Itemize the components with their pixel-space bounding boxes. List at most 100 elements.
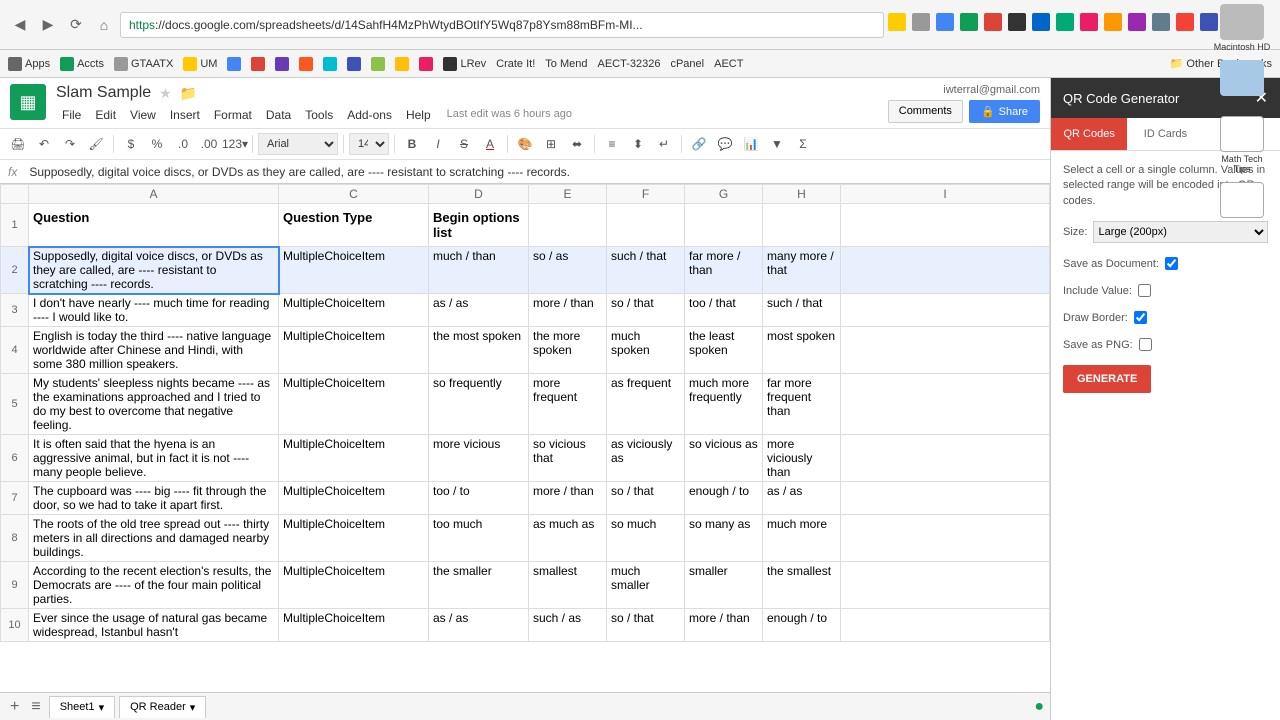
bookmark-item[interactable] <box>299 57 313 71</box>
col-header[interactable]: D <box>429 185 529 204</box>
bookmark-item[interactable]: AECT-32326 <box>597 58 660 70</box>
bookmark-item[interactable]: Accts <box>60 57 104 71</box>
menu-edit[interactable]: Edit <box>89 106 122 124</box>
cell[interactable]: MultipleChoiceItem <box>279 327 429 374</box>
bookmark-item[interactable]: GTAATX <box>114 57 173 71</box>
cell[interactable]: many more / that <box>763 247 841 294</box>
print-icon[interactable]: 🖨 <box>6 132 30 156</box>
folder-icon[interactable]: 📁 <box>180 85 197 102</box>
cell[interactable]: enough / to <box>685 482 763 515</box>
cell[interactable] <box>841 327 1050 374</box>
currency-icon[interactable]: $ <box>119 132 143 156</box>
menu-insert[interactable]: Insert <box>164 106 206 124</box>
cell[interactable] <box>763 204 841 247</box>
document-title[interactable]: Slam Sample <box>56 84 151 102</box>
borders-icon[interactable]: ⊞ <box>539 132 563 156</box>
row-header[interactable]: 3 <box>1 294 29 327</box>
bookmark-item[interactable] <box>395 57 409 71</box>
cell[interactable]: smallest <box>529 562 607 609</box>
cell[interactable]: the smaller <box>429 562 529 609</box>
bookmark-item[interactable] <box>371 57 385 71</box>
text-color-icon[interactable]: A <box>478 132 502 156</box>
cell[interactable] <box>841 562 1050 609</box>
cell[interactable]: so / that <box>607 609 685 642</box>
menu-tools[interactable]: Tools <box>299 106 339 124</box>
menu-data[interactable]: Data <box>260 106 297 124</box>
bookmark-item[interactable]: AECT <box>714 58 743 70</box>
cell[interactable] <box>529 204 607 247</box>
cell[interactable]: such / that <box>607 247 685 294</box>
valign-icon[interactable]: ⬍ <box>626 132 650 156</box>
star-icon[interactable]: ★ <box>159 85 172 102</box>
all-sheets-icon[interactable]: ≡ <box>27 698 44 716</box>
bold-icon[interactable]: B <box>400 132 424 156</box>
add-sheet-button[interactable]: + <box>6 698 23 716</box>
cell[interactable]: such / that <box>763 294 841 327</box>
generate-button[interactable]: GENERATE <box>1063 365 1151 393</box>
forward-button[interactable]: ▶ <box>36 13 60 37</box>
bookmark-item[interactable]: Crate It! <box>496 58 535 70</box>
cell[interactable]: much / than <box>429 247 529 294</box>
cell[interactable] <box>841 294 1050 327</box>
row-header[interactable]: 5 <box>1 374 29 435</box>
desktop-item[interactable]: Other 11-3-14 <box>1214 60 1269 108</box>
ext-icon[interactable] <box>1128 13 1146 31</box>
sheet-tab[interactable]: Sheet1 ▾ <box>49 696 115 718</box>
ext-icon[interactable] <box>888 13 906 31</box>
cell[interactable]: Ever since the usage of natural gas beca… <box>29 609 279 642</box>
row-header[interactable]: 7 <box>1 482 29 515</box>
cell[interactable] <box>841 515 1050 562</box>
cell[interactable]: more / than <box>529 294 607 327</box>
wrap-icon[interactable]: ↵ <box>652 132 676 156</box>
menu-file[interactable]: File <box>56 106 87 124</box>
cell[interactable] <box>607 204 685 247</box>
cell[interactable]: MultipleChoiceItem <box>279 562 429 609</box>
cell[interactable]: more / than <box>685 609 763 642</box>
ext-icon[interactable] <box>1104 13 1122 31</box>
user-email[interactable]: iwterral@gmail.com <box>888 84 1040 96</box>
cell[interactable]: The roots of the old tree spread out ---… <box>29 515 279 562</box>
sheet-tab[interactable]: QR Reader ▾ <box>119 696 206 718</box>
cell[interactable]: MultipleChoiceItem <box>279 247 429 294</box>
cell[interactable]: I don't have nearly ---- much time for r… <box>29 294 279 327</box>
cell[interactable]: more viciously than <box>763 435 841 482</box>
share-button[interactable]: 🔒Share <box>969 100 1040 123</box>
cell[interactable]: so vicious that <box>529 435 607 482</box>
tab-idcards[interactable]: ID Cards <box>1127 118 1203 150</box>
comments-button[interactable]: Comments <box>888 100 963 123</box>
bookmark-item[interactable] <box>323 57 337 71</box>
cell[interactable] <box>841 482 1050 515</box>
cell[interactable]: Question <box>29 204 279 247</box>
cell[interactable]: so vicious as <box>685 435 763 482</box>
cell[interactable] <box>685 204 763 247</box>
decimal-decrease-icon[interactable]: .0 <box>171 132 195 156</box>
desktop-item[interactable]: Macintosh HD <box>1214 4 1271 52</box>
cell[interactable]: too much <box>429 515 529 562</box>
ext-icon[interactable] <box>912 13 930 31</box>
bookmark-item[interactable]: cPanel <box>670 58 704 70</box>
cell[interactable]: too / to <box>429 482 529 515</box>
save-doc-checkbox[interactable] <box>1165 257 1178 270</box>
cell[interactable]: much smaller <box>607 562 685 609</box>
more-formats-icon[interactable]: 123▾ <box>223 132 247 156</box>
ext-icon[interactable] <box>1080 13 1098 31</box>
merge-icon[interactable]: ⬌ <box>565 132 589 156</box>
cell[interactable] <box>841 609 1050 642</box>
cell[interactable]: as / as <box>763 482 841 515</box>
draw-border-checkbox[interactable] <box>1134 311 1147 324</box>
bookmark-item[interactable]: UM <box>183 57 217 71</box>
spreadsheet-grid[interactable]: A C D E F G H I 1 Question Question Type… <box>0 184 1050 692</box>
ext-icon[interactable] <box>984 13 1002 31</box>
align-icon[interactable]: ≡ <box>600 132 624 156</box>
cell[interactable]: Supposedly, digital voice discs, or DVDs… <box>29 247 279 294</box>
cell[interactable]: so frequently <box>429 374 529 435</box>
cell[interactable]: too / that <box>685 294 763 327</box>
bookmark-item[interactable] <box>227 57 241 71</box>
row-header[interactable]: 9 <box>1 562 29 609</box>
bookmark-item[interactable] <box>251 57 265 71</box>
col-header[interactable]: E <box>529 185 607 204</box>
fill-color-icon[interactable]: 🎨 <box>513 132 537 156</box>
sheets-logo-icon[interactable]: ▦ <box>10 84 46 120</box>
desktop-item[interactable] <box>1220 182 1264 220</box>
cell[interactable]: Begin options list <box>429 204 529 247</box>
